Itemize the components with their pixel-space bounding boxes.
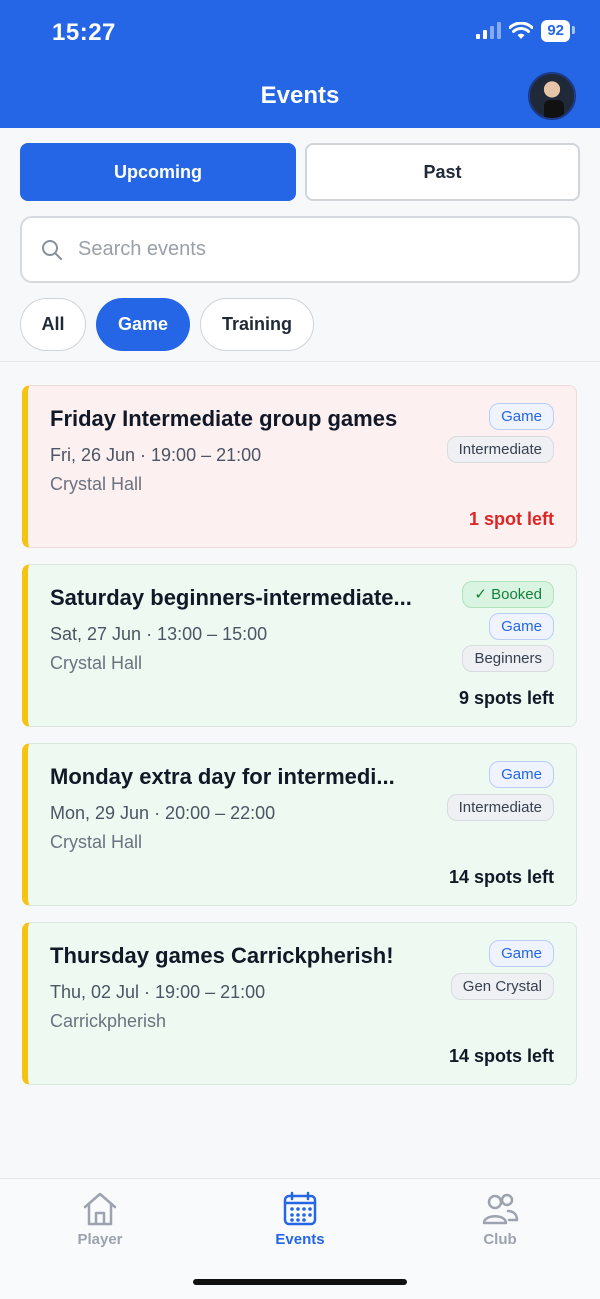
event-card[interactable]: Thursday games Carrickpherish! Thu, 02 J… [22,922,577,1085]
page-title: Events [260,82,340,109]
type-badge: Game [489,940,554,967]
tab-label: Club [483,1231,517,1248]
event-title: Friday Intermediate group games [50,406,398,431]
event-title: Monday extra day for intermedi... [50,764,395,789]
spots-left: 1 spot left [468,509,554,529]
type-badge: Game [489,761,554,788]
type-badge: Game [489,403,554,430]
event-badges: Game Intermediate [446,403,554,463]
filter-all[interactable]: All [20,298,86,351]
home-indicator [193,1279,407,1285]
signal-icon [476,22,502,39]
wifi-icon [509,22,534,39]
event-card[interactable]: Saturday beginners-intermediate... Sat, … [22,564,577,727]
status-icons: 92 [475,20,575,42]
booked-badge: ✓ Booked [462,581,554,608]
search-icon [42,239,62,260]
event-badges: Game Intermediate [446,761,554,821]
event-datetime: Mon, 29 Jun · 20:00 – 22:00 [50,803,276,823]
avatar[interactable] [528,72,576,120]
event-card[interactable]: Friday Intermediate group games Fri, 26 … [22,385,577,548]
tab-player[interactable]: Player [40,1191,160,1248]
divider [0,361,600,362]
event-title: Saturday beginners-intermediate... [50,585,412,610]
tab-past[interactable]: Past [305,143,580,201]
tab-upcoming[interactable]: Upcoming [20,143,296,201]
level-badge: Beginners [462,645,554,672]
spots-left: 9 spots left [458,688,554,708]
spots-left: 14 spots left [448,1046,554,1066]
event-datetime: Fri, 26 Jun · 19:00 – 21:00 [50,445,262,465]
level-badge: Gen Crystal [450,973,554,1000]
event-datetime: Thu, 02 Jul · 19:00 – 21:00 [50,982,266,1002]
event-location: Crystal Hall [50,653,143,673]
spots-left: 14 spots left [448,867,554,887]
event-badges: Game Gen Crystal [450,940,554,1000]
event-datetime: Sat, 27 Jun · 13:00 – 15:00 [50,624,268,644]
event-location: Crystal Hall [50,832,143,852]
event-badges: ✓ Booked Game Beginners [462,581,554,672]
event-location: Crystal Hall [50,474,143,494]
home-icon [83,1192,117,1226]
level-badge: Intermediate [446,436,554,463]
search-box[interactable] [20,216,580,283]
tab-events[interactable]: Events [240,1191,360,1248]
status-time: 15:27 [52,19,116,46]
tab-club[interactable]: Club [440,1191,560,1248]
battery-indicator: 92 [541,20,575,42]
tab-label: Events [275,1231,325,1248]
users-icon [482,1193,519,1225]
event-location: Carrickpherish [50,1011,167,1031]
filter-game[interactable]: Game [96,298,190,351]
level-badge: Intermediate [446,794,554,821]
app-header: 15:27 92 Events [0,0,600,128]
tab-label: Player [77,1231,123,1248]
search-input[interactable] [78,238,518,261]
event-title: Thursday games Carrickpherish! [50,943,394,968]
filter-training[interactable]: Training [200,298,314,351]
calendar-icon [283,1191,317,1226]
event-card[interactable]: Monday extra day for intermedi... Mon, 2… [22,743,577,906]
type-badge: Game [489,613,554,640]
